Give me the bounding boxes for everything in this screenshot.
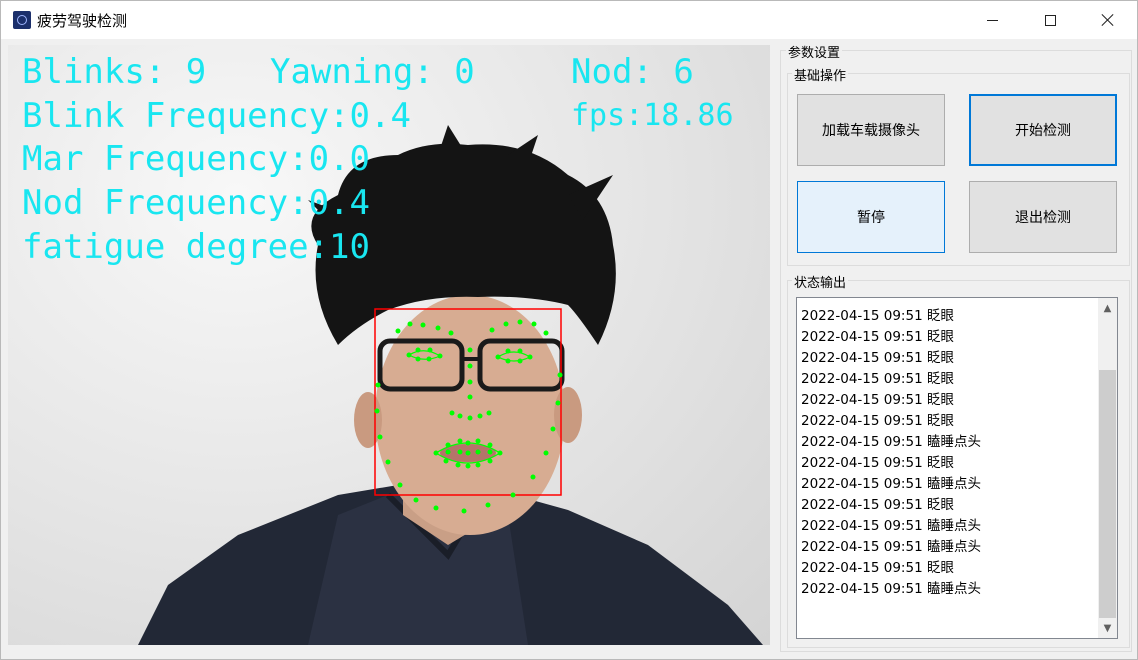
list-item: 2022-04-15 09:51 眨眼 [801,392,954,408]
vertical-scrollbar[interactable]: ▲ ▼ [1098,298,1117,638]
basic-ops-title: 基础操作 [792,65,849,84]
list-item: 2022-04-15 09:51 眨眼 [801,371,954,387]
list-item: 2022-04-15 09:51 眨眼 [801,560,954,576]
list-item: 2022-04-15 09:51 瞌睡点头 [801,476,981,492]
list-item: 2022-04-15 09:51 眨眼 [801,329,954,345]
overlay-nod: Nod: 6 [571,52,694,92]
scrollbar-thumb[interactable] [1099,370,1116,618]
app-logo-icon [13,11,31,29]
list-item: 2022-04-15 09:51 瞌睡点头 [801,434,981,450]
start-detect-button[interactable]: 开始检测 [969,94,1117,166]
list-item: 2022-04-15 09:51 眨眼 [801,308,954,324]
list-item: 2022-04-15 09:51 眨眼 [801,455,954,471]
title-bar[interactable]: 疲劳驾驶检测 [1,1,1137,39]
overlay-blink-frequency: Blink Frequency:0.4 [22,96,411,136]
window-title: 疲劳驾驶检测 [37,12,128,30]
pause-button[interactable]: 暂停 [797,181,945,253]
list-item: 2022-04-15 09:51 眨眼 [801,350,954,366]
overlay-mar-frequency: Mar Frequency:0.0 [22,139,370,179]
load-camera-button[interactable]: 加载车载摄像头 [797,94,945,166]
list-item: 2022-04-15 09:51 瞌睡点头 [801,518,981,534]
overlay-nod-frequency: Nod Frequency:0.4 [22,183,370,223]
list-item: 2022-04-15 09:51 瞌睡点头 [801,581,981,597]
minimize-icon [986,19,998,21]
overlay-fps: fps:18.86 [571,98,734,133]
camera-video-feed: Blinks: 9 Yawning: 0 Nod: 6 Blink Freque… [8,45,770,645]
status-group-title: 状态输出 [792,272,849,291]
overlay-blinks: Blinks: 9 [22,52,207,92]
maximize-icon [1044,14,1056,26]
settings-group-title: 参数设置 [786,42,843,61]
overlay-fatigue-degree: fatigue degree:10 [22,227,370,267]
overlay-yawning: Yawning: 0 [270,52,475,92]
list-item: 2022-04-15 09:51 眨眼 [801,413,954,429]
status-log-list[interactable]: 2022-04-15 09:51 眨眼 2022-04-15 09:51 眨眼 … [796,297,1118,639]
minimize-button[interactable] [963,1,1021,39]
exit-detect-button[interactable]: 退出检测 [969,181,1117,253]
list-item: 2022-04-15 09:51 瞌睡点头 [801,539,981,555]
list-item: 2022-04-15 09:51 眨眼 [801,497,954,513]
close-button[interactable] [1079,1,1137,39]
maximize-button[interactable] [1021,1,1079,39]
close-icon [1101,13,1115,27]
scroll-up-arrow-icon[interactable]: ▲ [1098,298,1117,318]
scroll-down-arrow-icon[interactable]: ▼ [1098,618,1117,638]
